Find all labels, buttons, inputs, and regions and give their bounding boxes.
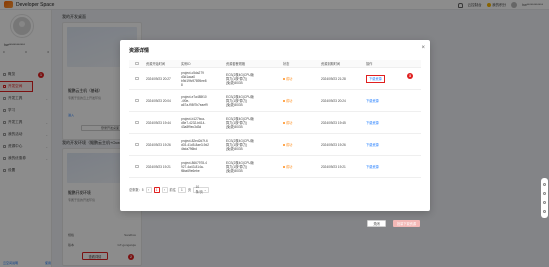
help-icon[interactable] <box>542 200 547 205</box>
instance-id: project-82ed2d7f-6 d03-41d5-8ae3-9d2 4bd… <box>181 138 210 151</box>
prev-page-button[interactable]: ‹ <box>145 186 152 193</box>
column-header: 实例ID <box>181 62 191 66</box>
select-all-checkbox[interactable] <box>135 61 139 66</box>
table-row: 2024/09/23 20:04 project-e7a485f10 -4f0e… <box>129 90 421 112</box>
page-button-current[interactable]: 1 <box>153 186 160 193</box>
next-page-button[interactable]: › <box>161 186 168 193</box>
table-header: 资源开始时间 实例ID 资源套餐规格 状态 资源到期时间 操作 <box>129 60 421 68</box>
floating-toolbar <box>541 178 548 218</box>
refresh-icon[interactable] <box>542 182 547 187</box>
expire-time: 2024/09/23 19:21 <box>321 164 346 169</box>
status-text: 成功 <box>286 77 293 81</box>
status-dot-icon <box>283 143 285 146</box>
download-resource-link[interactable]: 下载资源 <box>366 143 379 147</box>
batch-download-button[interactable]: 批量下载资源 <box>393 220 420 227</box>
column-header: 状态 <box>283 62 290 66</box>
start-time: 2024/09/23 19:21 <box>146 164 171 169</box>
download-resource-link[interactable]: 下载资源 <box>366 121 379 125</box>
close-icon[interactable]: × <box>421 45 425 51</box>
goto-label: 前往 <box>169 188 176 192</box>
status-dot-icon <box>283 77 285 80</box>
download-resource-link[interactable]: 下载资源 <box>366 74 385 83</box>
status-text: 成功 <box>286 143 293 147</box>
table-row: 2024/09/23 19:44 project-b127bca- d5e7-4… <box>129 112 421 134</box>
top-icon[interactable] <box>542 209 547 214</box>
resource-table: 资源开始时间 实例ID 资源套餐规格 状态 资源到期时间 操作 2024/09/… <box>129 60 421 178</box>
status-text: 成功 <box>286 99 293 103</box>
row-checkbox[interactable] <box>135 76 139 81</box>
status-badge: 成功 <box>283 120 319 125</box>
status-badge: 成功 <box>283 142 319 147</box>
row-checkbox[interactable] <box>135 120 139 125</box>
status-badge: 成功 <box>283 76 319 81</box>
download-resource-link[interactable]: 下载资源 <box>366 165 379 169</box>
chevron-down-icon: ⌄ <box>203 187 207 192</box>
spec: ECS(2核4G)CPU版 算力(1核*算力) (免费)50GB <box>226 138 254 151</box>
expire-time: 2024/09/23 19:45 <box>321 120 346 125</box>
download-resource-link[interactable]: 下载资源 <box>366 99 379 103</box>
instance-id: project-8667978-4 927-4a43-814a- f8ba69e… <box>181 160 207 173</box>
status-text: 成功 <box>286 165 293 169</box>
column-header: 资源到期时间 <box>321 62 341 66</box>
status-dot-icon <box>283 121 285 124</box>
instance-id: project-e7a485f10 -4f0e- a67a-f98f7b7eae… <box>181 94 208 107</box>
page-size-select[interactable]: 10 条/页 ⌄ <box>193 185 210 194</box>
column-header: 资源开始时间 <box>146 62 166 66</box>
spec: ECS(2核4G)CPU版 算力(1核*算力) (免费)50GB <box>226 72 254 85</box>
row-checkbox[interactable] <box>135 142 139 147</box>
page-size-value: 10 条/页 <box>195 185 203 194</box>
instance-id: project-c5da279 d3d1aca0 b9d19fc97895ee8… <box>181 70 207 87</box>
chat-icon[interactable] <box>542 191 547 196</box>
instance-id: project-b127bca- d5e7-4232-b614- 43a8f9e… <box>181 116 206 129</box>
expire-time: 2024/09/23 20:24 <box>321 98 346 103</box>
column-header: 资源套餐规格 <box>226 61 246 66</box>
start-time: 2024/09/23 19:44 <box>146 120 171 125</box>
column-header: 操作 <box>366 62 373 66</box>
status-dot-icon <box>283 165 285 168</box>
status-text: 成功 <box>286 121 293 125</box>
table-row: 2024/09/23 19:21 project-8667978-4 927-4… <box>129 156 421 178</box>
start-time: 2024/09/23 20:27 <box>146 76 171 81</box>
close-button[interactable]: 关闭 <box>367 220 386 227</box>
table-row: 2024/09/23 19:26 project-82ed2d7f-6 d03-… <box>129 134 421 156</box>
row-checkbox[interactable] <box>135 164 139 169</box>
spec: ECS(2核4G)CPU版 算力(1核*算力) (免费)50GB <box>226 160 254 173</box>
start-time: 2024/09/23 20:04 <box>146 98 171 103</box>
page-unit-label: 页 <box>187 188 192 192</box>
spec: ECS(2核4G)CPU版 算力(1核*算力) (免费)50GB <box>226 116 254 129</box>
modal-title: 资源详情 <box>129 48 150 54</box>
pagination: 总条数：5 ‹ 1 › 前往 1 页 10 条/页 ⌄ <box>129 185 210 194</box>
total-count: 总条数：5 <box>129 188 144 192</box>
expire-time: 2024/09/23 21:28 <box>321 76 346 81</box>
table-row: 2024/09/23 20:27 project-c5da279 d3d1aca… <box>129 68 421 90</box>
status-dot-icon <box>283 99 285 102</box>
start-time: 2024/09/23 19:26 <box>146 142 171 147</box>
resource-details-modal: 资源详情 × 资源开始时间 实例ID 资源套餐规格 状态 资源到期时间 操作 2… <box>120 40 430 227</box>
goto-page-input[interactable]: 1 <box>177 186 186 193</box>
status-badge: 成功 <box>283 164 319 169</box>
spec: ECS(2核4G)CPU版 算力(1核*算力) (免费)50GB <box>226 94 254 107</box>
annotation-badge: 3 <box>407 73 413 79</box>
row-checkbox[interactable] <box>135 98 139 103</box>
expire-time: 2024/09/23 19:26 <box>321 142 346 147</box>
status-badge: 成功 <box>283 98 319 103</box>
